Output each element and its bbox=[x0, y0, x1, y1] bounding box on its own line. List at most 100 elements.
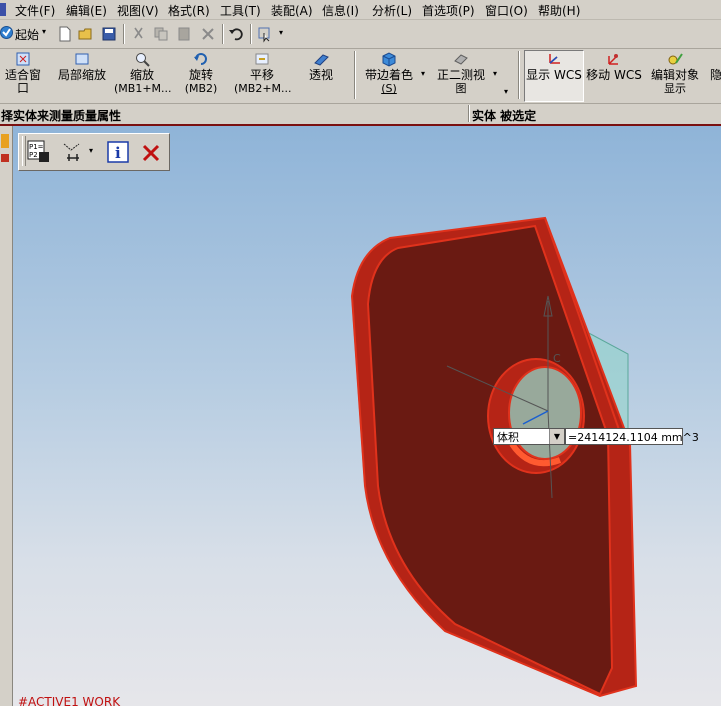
fit-window-label: 适合窗口 bbox=[4, 68, 41, 95]
trimetric-view-button[interactable]: 正二测视 图 bbox=[435, 51, 487, 95]
svg-text:P1=: P1= bbox=[29, 143, 44, 151]
start-dropdown-icon: ▾ bbox=[42, 27, 47, 36]
axis-label: C bbox=[553, 352, 561, 365]
status-bar: 择实体来测量质量属性 实体 被选定 bbox=[0, 104, 721, 126]
move-wcs-button[interactable]: 移动 WCS bbox=[586, 51, 642, 82]
associative-measure-icon[interactable] bbox=[61, 140, 85, 164]
close-icon[interactable] bbox=[141, 143, 161, 163]
open-folder-icon[interactable] bbox=[77, 25, 95, 43]
zoom-button[interactable]: 缩放 (MB1+M... bbox=[114, 51, 172, 95]
pan-button[interactable]: 平移 (MB2+M... bbox=[234, 51, 292, 95]
view-toolbar: 适合窗口 局部缩放 缩放 (MB1+M... 旋转 (MB2) 平移 (MB2+… bbox=[0, 49, 721, 104]
grip-handle[interactable] bbox=[22, 136, 26, 166]
orientation-dropdown-icon[interactable]: ▾ bbox=[493, 69, 497, 78]
cut-icon[interactable] bbox=[130, 25, 148, 43]
zoom-label: 缩放 bbox=[129, 68, 154, 82]
toolbar-separator bbox=[123, 24, 125, 44]
work-view-label: #ACTIVE1 WORK bbox=[18, 695, 121, 706]
menu-tools[interactable]: 工具(T) bbox=[220, 2, 261, 19]
fit-window-icon bbox=[16, 52, 30, 66]
pan-sublabel: (MB2+M... bbox=[234, 82, 292, 95]
edit-display-icon bbox=[668, 53, 683, 65]
rotate-button[interactable]: 旋转 (MB2) bbox=[180, 51, 222, 95]
measure-readout: 体积 ▼ =2414124.1104 mm^3 bbox=[493, 428, 699, 447]
measure-dialog-bar: P1= P2 ▾ i bbox=[18, 133, 170, 171]
magnifier-icon bbox=[136, 53, 150, 67]
toolbar-overflow-icon[interactable]: ▾ bbox=[504, 87, 508, 96]
menu-assembly[interactable]: 装配(A) bbox=[271, 2, 313, 19]
resource-tab-icon[interactable] bbox=[1, 134, 9, 148]
render-style-dropdown-icon[interactable]: ▾ bbox=[421, 69, 425, 78]
shaded-with-edges-label: 带边着色 bbox=[364, 68, 413, 82]
delete-icon[interactable] bbox=[199, 25, 217, 43]
status-selection: 实体 被选定 bbox=[472, 109, 537, 123]
zoom-area-button[interactable]: 局部缩放 bbox=[56, 51, 108, 82]
perspective-button[interactable]: 透视 bbox=[303, 51, 339, 82]
hide-button[interactable]: 隐 bbox=[706, 69, 721, 82]
menu-format[interactable]: 格式(R) bbox=[168, 2, 210, 19]
copy-icon[interactable] bbox=[152, 25, 170, 43]
rotate-sublabel: (MB2) bbox=[184, 82, 218, 95]
menu-view[interactable]: 视图(V) bbox=[117, 2, 159, 19]
hide-label: 隐 bbox=[709, 68, 721, 82]
menu-edit[interactable]: 编辑(E) bbox=[66, 2, 107, 19]
start-button[interactable]: 起始 ▾ bbox=[0, 24, 50, 43]
save-measurement-icon[interactable]: P1= P2 bbox=[27, 140, 51, 164]
trimetric-view-icon bbox=[454, 54, 468, 65]
chevron-down-icon[interactable]: ▼ bbox=[549, 429, 564, 444]
resource-bar bbox=[0, 126, 13, 706]
menu-help[interactable]: 帮助(H) bbox=[538, 2, 580, 19]
trimetric-view-label: 正二测视 bbox=[436, 68, 485, 82]
graphics-window[interactable]: C #ACTIVE1 WORK bbox=[0, 126, 721, 706]
undo-icon[interactable] bbox=[227, 25, 245, 43]
menu-window[interactable]: 窗口(O) bbox=[485, 2, 528, 19]
model-view: C #ACTIVE1 WORK bbox=[18, 216, 638, 706]
new-file-icon[interactable] bbox=[56, 25, 74, 43]
perspective-icon bbox=[314, 54, 329, 66]
menu-bar: 文件(F) 编辑(E) 视图(V) 格式(R) 工具(T) 装配(A) 信息(I… bbox=[0, 0, 721, 20]
pan-label: 平移 bbox=[249, 68, 274, 82]
wcs-axes-icon bbox=[549, 54, 560, 64]
trimetric-view-sublabel: 图 bbox=[455, 82, 467, 95]
measure-options-dropdown-icon[interactable]: ▾ bbox=[89, 146, 93, 155]
zoom-sublabel: (MB1+M... bbox=[114, 82, 172, 95]
toolbar-separator bbox=[354, 51, 356, 99]
paste-icon[interactable] bbox=[175, 25, 193, 43]
start-icon bbox=[0, 26, 13, 39]
svg-text:P2: P2 bbox=[29, 151, 38, 159]
edit-object-display-sublabel: 显示 bbox=[664, 82, 686, 95]
toolbar-separator bbox=[518, 51, 520, 99]
status-prompt: 择实体来测量质量属性 bbox=[1, 109, 122, 123]
menu-info[interactable]: 信息(I) bbox=[322, 2, 359, 19]
menu-analysis[interactable]: 分析(L) bbox=[372, 2, 412, 19]
edit-object-display-label: 编辑对象 bbox=[650, 68, 699, 82]
menu-preferences[interactable]: 首选项(P) bbox=[422, 2, 475, 19]
show-wcs-label: 显示 WCS bbox=[526, 68, 582, 82]
pan-icon bbox=[255, 53, 269, 65]
menu-file[interactable]: 文件(F) bbox=[15, 2, 55, 19]
selection-dropdown-icon[interactable]: ▾ bbox=[279, 28, 283, 37]
zoom-area-label: 局部缩放 bbox=[57, 68, 106, 82]
move-wcs-label: 移动 WCS bbox=[586, 68, 642, 82]
toolbar-separator bbox=[250, 24, 252, 44]
rotate-label: 旋转 bbox=[188, 68, 213, 82]
app-icon bbox=[0, 3, 6, 16]
rotate-icon bbox=[194, 53, 207, 65]
start-label: 起始 bbox=[15, 28, 40, 42]
measure-type-select[interactable]: 体积 ▼ bbox=[493, 428, 565, 445]
show-wcs-button[interactable]: 显示 WCS bbox=[524, 50, 584, 102]
resource-tab-icon[interactable] bbox=[1, 154, 9, 162]
selection-filter-icon[interactable] bbox=[256, 25, 274, 43]
save-icon[interactable] bbox=[100, 25, 118, 43]
zoom-area-icon bbox=[75, 53, 89, 65]
measure-value: =2414124.1104 mm^3 bbox=[565, 428, 699, 445]
measure-type-value: 体积 bbox=[497, 431, 519, 444]
perspective-label: 透视 bbox=[308, 68, 333, 82]
standard-toolbar: 起始 ▾ ▾ bbox=[0, 20, 721, 49]
fit-window-button[interactable]: 适合窗口 bbox=[0, 51, 46, 95]
edit-object-display-button[interactable]: 编辑对象 显示 bbox=[648, 51, 702, 95]
info-icon[interactable]: i bbox=[107, 141, 129, 163]
svg-text:i: i bbox=[115, 144, 121, 162]
shaded-with-edges-sublabel: (S) bbox=[381, 82, 397, 95]
shaded-with-edges-button[interactable]: 带边着色 (S) bbox=[360, 51, 418, 95]
